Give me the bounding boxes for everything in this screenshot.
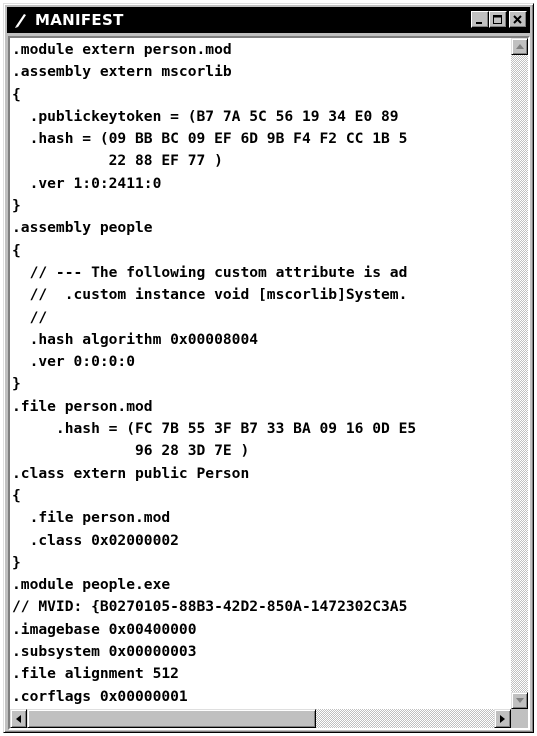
arrow-right-icon [500,714,505,723]
pen-icon [11,10,31,30]
close-button[interactable] [509,11,527,28]
code-line: .publickeytoken = (B7 7A 5C 56 19 34 E0 … [12,107,399,125]
scroll-down-button[interactable] [511,692,528,709]
code-line: .hash algorithm 0x00008004 [12,330,259,348]
maximize-icon [493,14,502,24]
size-grip [511,709,528,728]
code-line: .file alignment 512 [12,665,179,683]
code-line: } [12,553,21,571]
manifest-window: MANIFEST .module extern person.mod .asse… [3,3,534,733]
manifest-text-area[interactable]: .module extern person.mod .assembly exter… [10,38,511,709]
client-area: .module extern person.mod .assembly exter… [8,36,530,730]
manifest-code: .module extern person.mod .assembly exter… [10,38,511,709]
code-line: 96 28 3D 7E ) [12,442,250,460]
code-line: .assembly people [12,219,153,237]
code-line: .file person.mod [12,397,153,415]
close-icon [513,14,522,24]
scroll-left-button[interactable] [10,709,27,728]
arrow-down-icon [515,698,524,703]
vertical-scrollbar[interactable] [511,38,528,709]
window-title: MANIFEST [35,11,124,29]
horizontal-scroll-thumb[interactable] [27,709,316,728]
code-line: .hash = (FC 7B 55 3F B7 33 BA 09 16 0D E… [12,420,417,438]
code-line: // --- The following custom attribute is… [12,263,408,281]
arrow-left-icon [16,714,21,723]
code-line: .assembly extern mscorlib [12,63,232,81]
title-bar[interactable]: MANIFEST [7,7,530,33]
horizontal-scrollbar[interactable] [10,709,511,728]
code-line: .imagebase 0x00400000 [12,620,197,638]
code-line: // .custom instance void [mscorlib]Syste… [12,286,408,304]
code-line: .class 0x02000002 [12,531,179,549]
scroll-up-button[interactable] [511,38,528,55]
minimize-icon [476,21,482,24]
scroll-right-button[interactable] [494,709,511,728]
code-line: } [12,375,21,393]
code-line: .class extern public Person [12,464,250,482]
code-line: 22 88 EF 77 ) [12,152,223,170]
title-buttons [471,11,527,28]
maximize-button[interactable] [489,11,507,28]
code-line: { [12,486,21,504]
code-line: .module extern person.mod [12,41,232,58]
code-line: .corflags 0x00000001 [12,687,188,705]
arrow-up-icon [515,44,524,49]
code-line: .module people.exe [12,576,171,594]
code-line: // MVID: {B0270105-88B3-42D2-850A-147230… [12,598,408,616]
minimize-button[interactable] [471,11,489,28]
code-line: .ver 1:0:2411:0 [12,174,162,192]
code-line: { [12,241,21,259]
code-line: .subsystem 0x00000003 [12,643,197,661]
code-line: .hash = (09 BB BC 09 EF 6D 9B F4 F2 CC 1… [12,130,408,148]
code-line: { [12,85,21,103]
code-line: // [12,308,48,326]
code-line: .ver 0:0:0:0 [12,353,136,371]
code-line: .file person.mod [12,509,171,527]
code-line: } [12,197,21,215]
